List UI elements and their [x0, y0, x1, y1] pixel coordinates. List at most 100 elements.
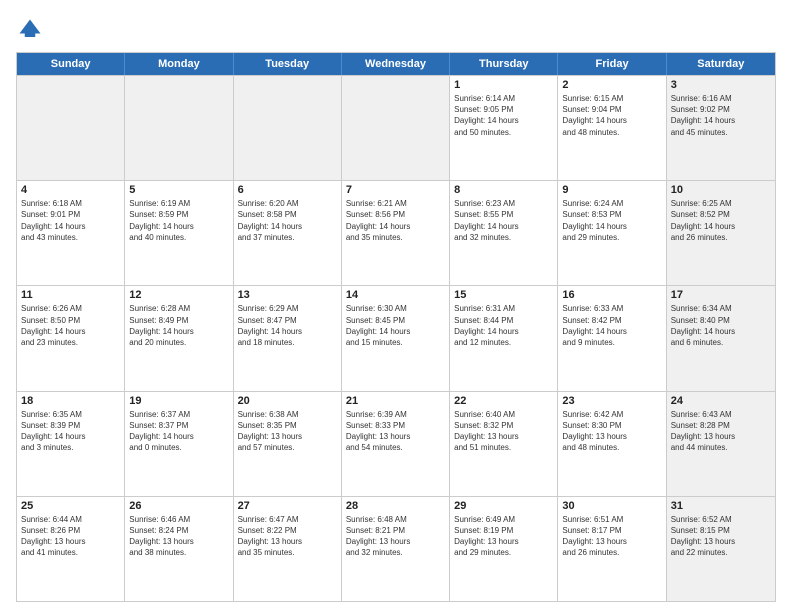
day-number: 7: [346, 184, 445, 196]
calendar-cell-12: 12 Sunrise: 6:28 AM Sunset: 8:49 PM Dayli…: [125, 286, 233, 390]
day-number: 20: [238, 395, 337, 407]
day-number: 17: [671, 289, 771, 301]
header-day-monday: Monday: [125, 53, 233, 75]
calendar-week-1: 1Sunrise: 6:14 AM Sunset: 9:05 PM Daylig…: [17, 75, 775, 180]
calendar-cell-31: 31Sunrise: 6:52 AM Sunset: 8:15 PM Dayli…: [667, 497, 775, 601]
calendar-body: 1Sunrise: 6:14 AM Sunset: 9:05 PM Daylig…: [17, 75, 775, 601]
day-number: 16: [562, 289, 661, 301]
day-number: 31: [671, 500, 771, 512]
calendar-cell-28: 28Sunrise: 6:48 AM Sunset: 8:21 PM Dayli…: [342, 497, 450, 601]
calendar-cell-19: 19 Sunrise: 6:37 AM Sunset: 8:37 PM Dayli…: [125, 392, 233, 496]
logo-icon: [16, 16, 44, 44]
calendar-cell-3: 3 Sunrise: 6:16 AM Sunset: 9:02 PM Daylig…: [667, 76, 775, 180]
calendar-cell-4: 4 Sunrise: 6:18 AM Sunset: 9:01 PM Daylig…: [17, 181, 125, 285]
calendar-cell-14: 14Sunrise: 6:30 AM Sunset: 8:45 PM Dayli…: [342, 286, 450, 390]
day-number: 11: [21, 289, 120, 301]
day-info: Sunrise: 6:31 AM Sunset: 8:44 PM Dayligh…: [454, 303, 553, 348]
day-number: 30: [562, 500, 661, 512]
day-info: Sunrise: 6:15 AM Sunset: 9:04 PM Dayligh…: [562, 93, 661, 138]
day-number: 6: [238, 184, 337, 196]
calendar-week-5: 25 Sunrise: 6:44 AM Sunset: 8:26 PM Dayli…: [17, 496, 775, 601]
calendar-cell-30: 30 Sunrise: 6:51 AM Sunset: 8:17 PM Dayli…: [558, 497, 666, 601]
day-info: Sunrise: 6:47 AM Sunset: 8:22 PM Dayligh…: [238, 514, 337, 559]
header-day-sunday: Sunday: [17, 53, 125, 75]
day-info: Sunrise: 6:37 AM Sunset: 8:37 PM Dayligh…: [129, 409, 228, 454]
day-number: 9: [562, 184, 661, 196]
day-number: 2: [562, 79, 661, 91]
calendar-cell-8: 8 Sunrise: 6:23 AM Sunset: 8:55 PM Daylig…: [450, 181, 558, 285]
calendar-week-3: 11 Sunrise: 6:26 AM Sunset: 8:50 PM Dayli…: [17, 285, 775, 390]
page: SundayMondayTuesdayWednesdayThursdayFrid…: [0, 0, 792, 612]
day-info: Sunrise: 6:20 AM Sunset: 8:58 PM Dayligh…: [238, 198, 337, 243]
calendar-cell-18: 18Sunrise: 6:35 AM Sunset: 8:39 PM Dayli…: [17, 392, 125, 496]
day-number: 10: [671, 184, 771, 196]
day-info: Sunrise: 6:25 AM Sunset: 8:52 PM Dayligh…: [671, 198, 771, 243]
calendar-cell-empty-0-0: [17, 76, 125, 180]
day-info: Sunrise: 6:16 AM Sunset: 9:02 PM Dayligh…: [671, 93, 771, 138]
calendar-cell-10: 10 Sunrise: 6:25 AM Sunset: 8:52 PM Dayli…: [667, 181, 775, 285]
day-info: Sunrise: 6:38 AM Sunset: 8:35 PM Dayligh…: [238, 409, 337, 454]
day-info: Sunrise: 6:44 AM Sunset: 8:26 PM Dayligh…: [21, 514, 120, 559]
calendar-cell-24: 24 Sunrise: 6:43 AM Sunset: 8:28 PM Dayli…: [667, 392, 775, 496]
calendar-cell-29: 29 Sunrise: 6:49 AM Sunset: 8:19 PM Dayli…: [450, 497, 558, 601]
day-number: 26: [129, 500, 228, 512]
day-number: 19: [129, 395, 228, 407]
day-info: Sunrise: 6:19 AM Sunset: 8:59 PM Dayligh…: [129, 198, 228, 243]
day-info: Sunrise: 6:42 AM Sunset: 8:30 PM Dayligh…: [562, 409, 661, 454]
calendar-cell-1: 1Sunrise: 6:14 AM Sunset: 9:05 PM Daylig…: [450, 76, 558, 180]
calendar-cell-20: 20 Sunrise: 6:38 AM Sunset: 8:35 PM Dayli…: [234, 392, 342, 496]
header-day-saturday: Saturday: [667, 53, 775, 75]
calendar-cell-11: 11 Sunrise: 6:26 AM Sunset: 8:50 PM Dayli…: [17, 286, 125, 390]
calendar-cell-6: 6 Sunrise: 6:20 AM Sunset: 8:58 PM Daylig…: [234, 181, 342, 285]
day-info: Sunrise: 6:29 AM Sunset: 8:47 PM Dayligh…: [238, 303, 337, 348]
day-info: Sunrise: 6:51 AM Sunset: 8:17 PM Dayligh…: [562, 514, 661, 559]
calendar-cell-empty-0-3: [342, 76, 450, 180]
day-info: Sunrise: 6:48 AM Sunset: 8:21 PM Dayligh…: [346, 514, 445, 559]
calendar-week-2: 4 Sunrise: 6:18 AM Sunset: 9:01 PM Daylig…: [17, 180, 775, 285]
calendar-cell-empty-0-2: [234, 76, 342, 180]
calendar-header-row: SundayMondayTuesdayWednesdayThursdayFrid…: [17, 53, 775, 75]
day-info: Sunrise: 6:23 AM Sunset: 8:55 PM Dayligh…: [454, 198, 553, 243]
day-number: 15: [454, 289, 553, 301]
calendar-cell-15: 15 Sunrise: 6:31 AM Sunset: 8:44 PM Dayli…: [450, 286, 558, 390]
day-number: 13: [238, 289, 337, 301]
header-day-wednesday: Wednesday: [342, 53, 450, 75]
day-info: Sunrise: 6:33 AM Sunset: 8:42 PM Dayligh…: [562, 303, 661, 348]
calendar-cell-2: 2 Sunrise: 6:15 AM Sunset: 9:04 PM Daylig…: [558, 76, 666, 180]
day-info: Sunrise: 6:43 AM Sunset: 8:28 PM Dayligh…: [671, 409, 771, 454]
day-number: 27: [238, 500, 337, 512]
calendar-week-4: 18Sunrise: 6:35 AM Sunset: 8:39 PM Dayli…: [17, 391, 775, 496]
day-info: Sunrise: 6:40 AM Sunset: 8:32 PM Dayligh…: [454, 409, 553, 454]
day-info: Sunrise: 6:49 AM Sunset: 8:19 PM Dayligh…: [454, 514, 553, 559]
calendar-cell-17: 17Sunrise: 6:34 AM Sunset: 8:40 PM Dayli…: [667, 286, 775, 390]
day-info: Sunrise: 6:26 AM Sunset: 8:50 PM Dayligh…: [21, 303, 120, 348]
day-number: 22: [454, 395, 553, 407]
calendar-cell-23: 23Sunrise: 6:42 AM Sunset: 8:30 PM Dayli…: [558, 392, 666, 496]
header: [16, 16, 776, 44]
day-info: Sunrise: 6:24 AM Sunset: 8:53 PM Dayligh…: [562, 198, 661, 243]
calendar-cell-21: 21Sunrise: 6:39 AM Sunset: 8:33 PM Dayli…: [342, 392, 450, 496]
day-number: 4: [21, 184, 120, 196]
header-day-tuesday: Tuesday: [234, 53, 342, 75]
calendar-cell-22: 22 Sunrise: 6:40 AM Sunset: 8:32 PM Dayli…: [450, 392, 558, 496]
logo: [16, 16, 48, 44]
day-info: Sunrise: 6:14 AM Sunset: 9:05 PM Dayligh…: [454, 93, 553, 138]
header-day-friday: Friday: [558, 53, 666, 75]
day-number: 18: [21, 395, 120, 407]
day-number: 3: [671, 79, 771, 91]
day-info: Sunrise: 6:18 AM Sunset: 9:01 PM Dayligh…: [21, 198, 120, 243]
calendar-cell-9: 9 Sunrise: 6:24 AM Sunset: 8:53 PM Daylig…: [558, 181, 666, 285]
day-number: 8: [454, 184, 553, 196]
day-number: 29: [454, 500, 553, 512]
calendar-cell-27: 27 Sunrise: 6:47 AM Sunset: 8:22 PM Dayli…: [234, 497, 342, 601]
day-number: 25: [21, 500, 120, 512]
calendar-cell-13: 13 Sunrise: 6:29 AM Sunset: 8:47 PM Dayli…: [234, 286, 342, 390]
day-number: 12: [129, 289, 228, 301]
day-number: 5: [129, 184, 228, 196]
day-number: 24: [671, 395, 771, 407]
day-number: 21: [346, 395, 445, 407]
day-info: Sunrise: 6:46 AM Sunset: 8:24 PM Dayligh…: [129, 514, 228, 559]
calendar-cell-25: 25 Sunrise: 6:44 AM Sunset: 8:26 PM Dayli…: [17, 497, 125, 601]
day-info: Sunrise: 6:28 AM Sunset: 8:49 PM Dayligh…: [129, 303, 228, 348]
day-info: Sunrise: 6:21 AM Sunset: 8:56 PM Dayligh…: [346, 198, 445, 243]
